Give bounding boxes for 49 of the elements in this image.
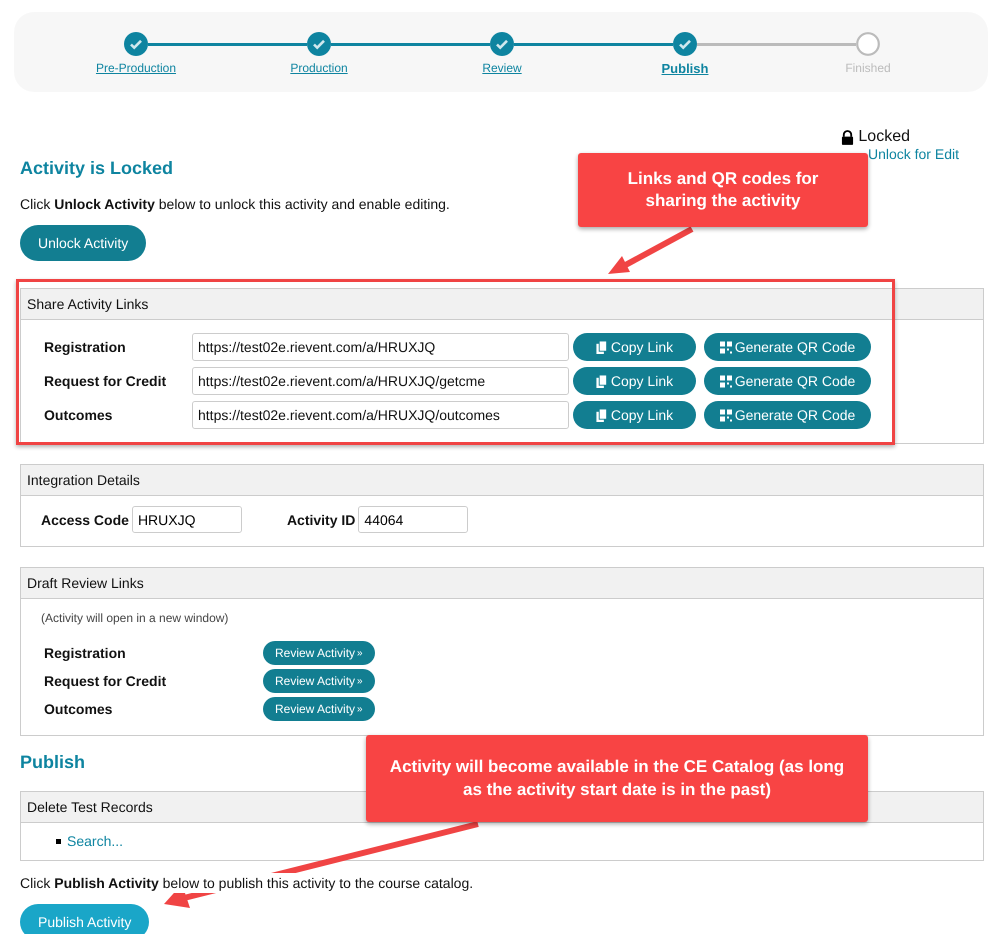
section-heading: Publish: [20, 752, 86, 773]
url-field[interactable]: https://test02e.rievent.com/a/HRUXJQ/getcme: [192, 367, 569, 395]
qr-code-icon: [720, 340, 732, 354]
callout: Activity will become available in the CE Catalog (as long as the activity start date is in the past): [366, 735, 868, 822]
review-activity-button[interactable]: Review Activity »: [263, 697, 375, 721]
step-link[interactable]: Publish: [662, 61, 708, 76]
instruction-text: Click Unlock Activity below to unlock this activity and enable editing.: [20, 196, 450, 212]
section-heading: Activity is Locked: [20, 158, 174, 179]
qr-code-icon: [720, 408, 732, 422]
note-text: (Activity will open in a new window): [41, 611, 230, 625]
copy-icon: [596, 408, 608, 422]
unlock-button[interactable]: Unlock Activity: [20, 225, 146, 261]
step-link[interactable]: Production: [290, 61, 348, 75]
link-label: Registration: [44, 339, 127, 355]
search-link[interactable]: Search...: [67, 833, 124, 849]
step-link[interactable]: Pre-Production: [96, 61, 176, 75]
instruction-text: Click Publish Activity below to publish this activity to the course catalog.: [20, 873, 474, 893]
panel-header: Share Activity Links: [21, 289, 983, 320]
link-label: Request for Credit: [44, 373, 168, 389]
qr-code-button[interactable]: Generate QR Code: [704, 333, 871, 361]
field-label: Access Code: [41, 512, 129, 528]
copy-link-button[interactable]: Copy Link: [573, 333, 696, 361]
publish-button[interactable]: Publish Activity: [20, 904, 150, 934]
panel-header: Draft Review Links: [21, 568, 983, 599]
link-label: Outcomes: [44, 407, 114, 423]
qr-code-icon: [720, 374, 732, 388]
link-label: Outcomes: [44, 701, 114, 717]
unlock-link[interactable]: Unlock for Edit: [868, 146, 959, 162]
field-label: Activity ID: [286, 512, 356, 528]
url-field[interactable]: https://test02e.rievent.com/a/HRUXJQ/outcomes: [192, 401, 569, 429]
url-field[interactable]: https://test02e.rievent.com/a/HRUXJQ: [192, 333, 569, 361]
input-field[interactable]: HRUXJQ: [132, 506, 242, 533]
copy-icon: [596, 340, 608, 354]
review-activity-button[interactable]: Review Activity »: [263, 669, 375, 693]
link-label: Request for Credit: [44, 673, 168, 689]
lock-icon: [841, 130, 854, 144]
callout: Links and QR codes for sharing the activity: [578, 153, 868, 227]
qr-code-button[interactable]: Generate QR Code: [704, 367, 871, 395]
qr-code-button[interactable]: Generate QR Code: [704, 401, 871, 429]
lock-status: Locked: [858, 128, 910, 146]
review-activity-button[interactable]: Review Activity »: [263, 641, 375, 665]
copy-link-button[interactable]: Copy Link: [573, 401, 696, 429]
step-link[interactable]: Review: [482, 61, 522, 75]
copy-icon: [596, 374, 608, 388]
copy-link-button[interactable]: Copy Link: [573, 367, 696, 395]
link-label: Registration: [44, 645, 127, 661]
bullet-icon: [56, 838, 61, 844]
input-field[interactable]: 44064: [358, 506, 468, 533]
panel-header: Integration Details: [21, 465, 983, 496]
